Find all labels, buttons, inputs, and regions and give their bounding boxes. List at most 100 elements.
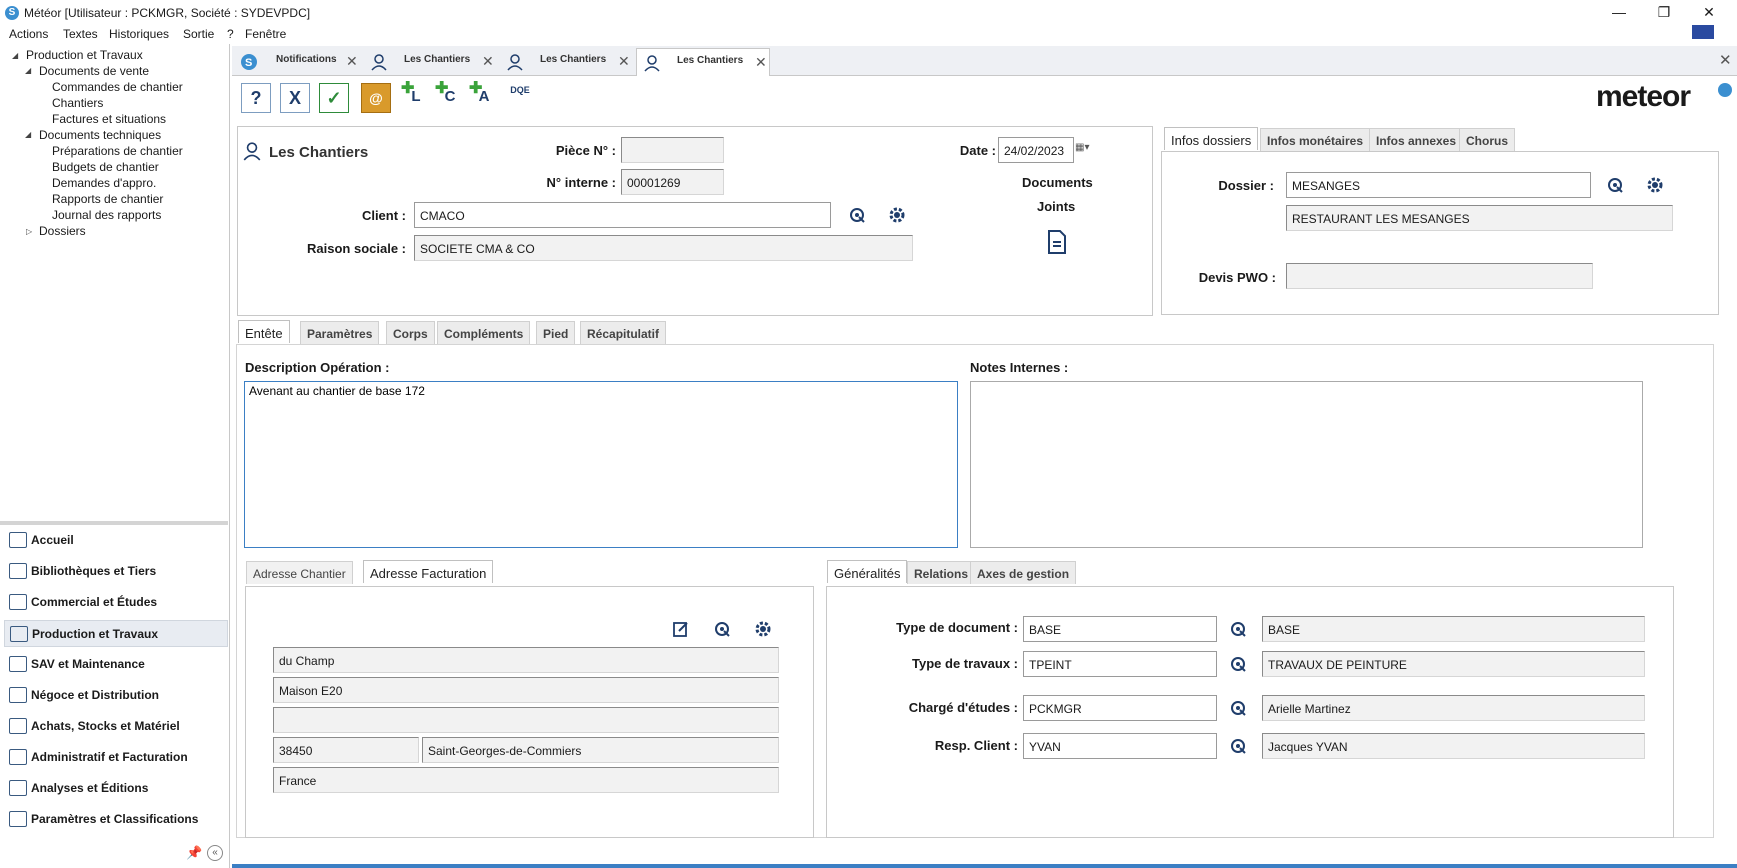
pin-icon[interactable]: 📌: [186, 845, 202, 861]
tab-axes-gestion[interactable]: Axes de gestion: [970, 561, 1077, 584]
nav-parametres[interactable]: Paramètres et Classifications: [4, 806, 228, 833]
gear-icon[interactable]: [1646, 176, 1664, 194]
tree-item-demandes[interactable]: Demandes d'appro.: [52, 176, 156, 190]
tab-adresse-chantier[interactable]: Adresse Chantier: [246, 561, 353, 584]
tab-notifications[interactable]: S Notifications ✕: [234, 48, 362, 76]
add-comment-button[interactable]: ✚ C: [435, 80, 465, 113]
nav-administratif[interactable]: Administratif et Facturation: [4, 744, 228, 771]
edit-icon[interactable]: [672, 620, 690, 638]
close-tab-icon[interactable]: ✕: [618, 53, 630, 70]
calendar-dropdown-icon[interactable]: ▦▾: [1075, 142, 1089, 153]
description-textarea[interactable]: Avenant au chantier de base 172: [244, 381, 958, 548]
expand-arrow-icon[interactable]: ◢: [25, 130, 31, 139]
address-line1[interactable]: du Champ: [273, 647, 779, 673]
gear-icon[interactable]: [754, 620, 772, 638]
close-tab-icon[interactable]: ✕: [346, 53, 358, 70]
type-travaux-field[interactable]: TPEINT: [1023, 651, 1217, 677]
menu-historiques[interactable]: Historiques: [109, 27, 169, 41]
date-field[interactable]: 24/02/2023: [998, 137, 1074, 163]
tree-root[interactable]: Production et Travaux: [26, 48, 143, 62]
close-all-icon[interactable]: ✕: [1719, 51, 1732, 69]
client-field[interactable]: CMACO: [414, 202, 831, 228]
nav-achats[interactable]: Achats, Stocks et Matériel: [4, 713, 228, 740]
tab-complements[interactable]: Compléments: [437, 321, 531, 344]
nav-accueil[interactable]: Accueil: [4, 527, 228, 554]
search-target-icon[interactable]: [1229, 620, 1247, 638]
add-article-button[interactable]: ✚ A: [469, 80, 499, 113]
menu-actions[interactable]: Actions: [9, 27, 48, 41]
cancel-button[interactable]: X: [280, 83, 310, 113]
address-line3[interactable]: [273, 707, 779, 733]
restore-button[interactable]: ❐: [1652, 4, 1676, 21]
tab-corps[interactable]: Corps: [386, 321, 435, 344]
contacts-button[interactable]: @: [361, 83, 391, 113]
close-tab-icon[interactable]: ✕: [755, 54, 767, 71]
nav-production[interactable]: Production et Travaux: [4, 620, 228, 647]
collapse-panel-icon[interactable]: «: [207, 845, 223, 861]
tree-item-journal[interactable]: Journal des rapports: [52, 208, 161, 222]
menu-fenetre[interactable]: Fenêtre: [245, 27, 286, 41]
collapse-arrow-icon[interactable]: ▷: [26, 227, 32, 236]
address-postcode[interactable]: 38450: [273, 737, 419, 763]
tab-generalites[interactable]: Généralités: [827, 560, 908, 583]
tab-infos-monetaires[interactable]: Infos monétaires: [1260, 128, 1371, 151]
address-line2[interactable]: Maison E20: [273, 677, 779, 703]
tree-group-dossiers[interactable]: Dossiers: [39, 224, 86, 238]
search-target-icon[interactable]: [1229, 737, 1247, 755]
help-button[interactable]: ?: [241, 83, 271, 113]
search-target-icon[interactable]: [1606, 176, 1624, 194]
tab-chantiers-1[interactable]: Les Chantiers ✕: [364, 48, 498, 76]
tab-pied[interactable]: Pied: [536, 321, 576, 344]
dqe-button[interactable]: DQE: [505, 83, 535, 113]
minimize-button[interactable]: —: [1607, 4, 1631, 20]
tab-entete[interactable]: Entête: [238, 320, 290, 343]
tab-infos-annexes[interactable]: Infos annexes: [1369, 128, 1464, 151]
devis-field[interactable]: [1286, 263, 1593, 289]
expand-arrow-icon[interactable]: ◢: [12, 51, 18, 60]
document-attach-icon[interactable]: [1047, 230, 1067, 254]
close-tab-icon[interactable]: ✕: [482, 53, 494, 70]
expand-arrow-icon[interactable]: ◢: [25, 66, 31, 75]
notes-textarea[interactable]: [970, 381, 1643, 548]
nav-sav[interactable]: SAV et Maintenance: [4, 651, 228, 678]
panel-splitter[interactable]: [0, 521, 228, 525]
search-target-icon[interactable]: [848, 206, 866, 224]
search-target-icon[interactable]: [1229, 655, 1247, 673]
tab-adresse-facturation[interactable]: Adresse Facturation: [363, 560, 494, 583]
tree-item-rapports[interactable]: Rapports de chantier: [52, 192, 163, 206]
menu-textes[interactable]: Textes: [63, 27, 98, 41]
tree-group-documents-techniques[interactable]: Documents techniques: [39, 128, 161, 142]
nav-analyses[interactable]: Analyses et Éditions: [4, 775, 228, 802]
validate-button[interactable]: ✓: [319, 83, 349, 113]
address-city[interactable]: Saint-Georges-de-Commiers: [422, 737, 779, 763]
search-target-icon[interactable]: [1229, 699, 1247, 717]
charge-etudes-field[interactable]: PCKMGR: [1023, 695, 1217, 721]
tree-item-factures[interactable]: Factures et situations: [52, 112, 166, 126]
nav-negoce[interactable]: Négoce et Distribution: [4, 682, 228, 709]
gear-icon[interactable]: [888, 206, 906, 224]
type-document-field[interactable]: BASE: [1023, 616, 1217, 642]
close-button[interactable]: ✕: [1697, 4, 1721, 21]
tab-recapitulatif[interactable]: Récapitulatif: [580, 321, 667, 344]
nav-bibliotheques[interactable]: Bibliothèques et Tiers: [4, 558, 228, 585]
menu-help[interactable]: ?: [227, 27, 234, 41]
tree-item-budgets[interactable]: Budgets de chantier: [52, 160, 159, 174]
tab-parametres[interactable]: Paramètres: [300, 321, 380, 344]
dossier-field[interactable]: MESANGES: [1286, 172, 1591, 198]
add-line-button[interactable]: ✚ L: [401, 80, 431, 113]
tree-group-documents-vente[interactable]: Documents de vente: [39, 64, 149, 78]
tab-chantiers-2[interactable]: Les Chantiers ✕: [500, 48, 634, 76]
search-target-icon[interactable]: [713, 620, 731, 638]
tab-relations[interactable]: Relations: [907, 561, 976, 584]
tab-chantiers-active[interactable]: Les Chantiers ✕: [636, 48, 770, 76]
tree-item-commandes[interactable]: Commandes de chantier: [52, 80, 183, 94]
tree-item-chantiers[interactable]: Chantiers: [52, 96, 103, 110]
tab-infos-dossiers[interactable]: Infos dossiers: [1164, 127, 1259, 150]
tab-chorus[interactable]: Chorus: [1459, 128, 1515, 151]
resp-client-field[interactable]: YVAN: [1023, 733, 1217, 759]
piece-field[interactable]: [621, 137, 724, 163]
menu-sortie[interactable]: Sortie: [183, 27, 214, 41]
address-country[interactable]: France: [273, 767, 779, 793]
tree-item-preparations[interactable]: Préparations de chantier: [52, 144, 183, 158]
nav-commercial[interactable]: Commercial et Études: [4, 589, 228, 616]
